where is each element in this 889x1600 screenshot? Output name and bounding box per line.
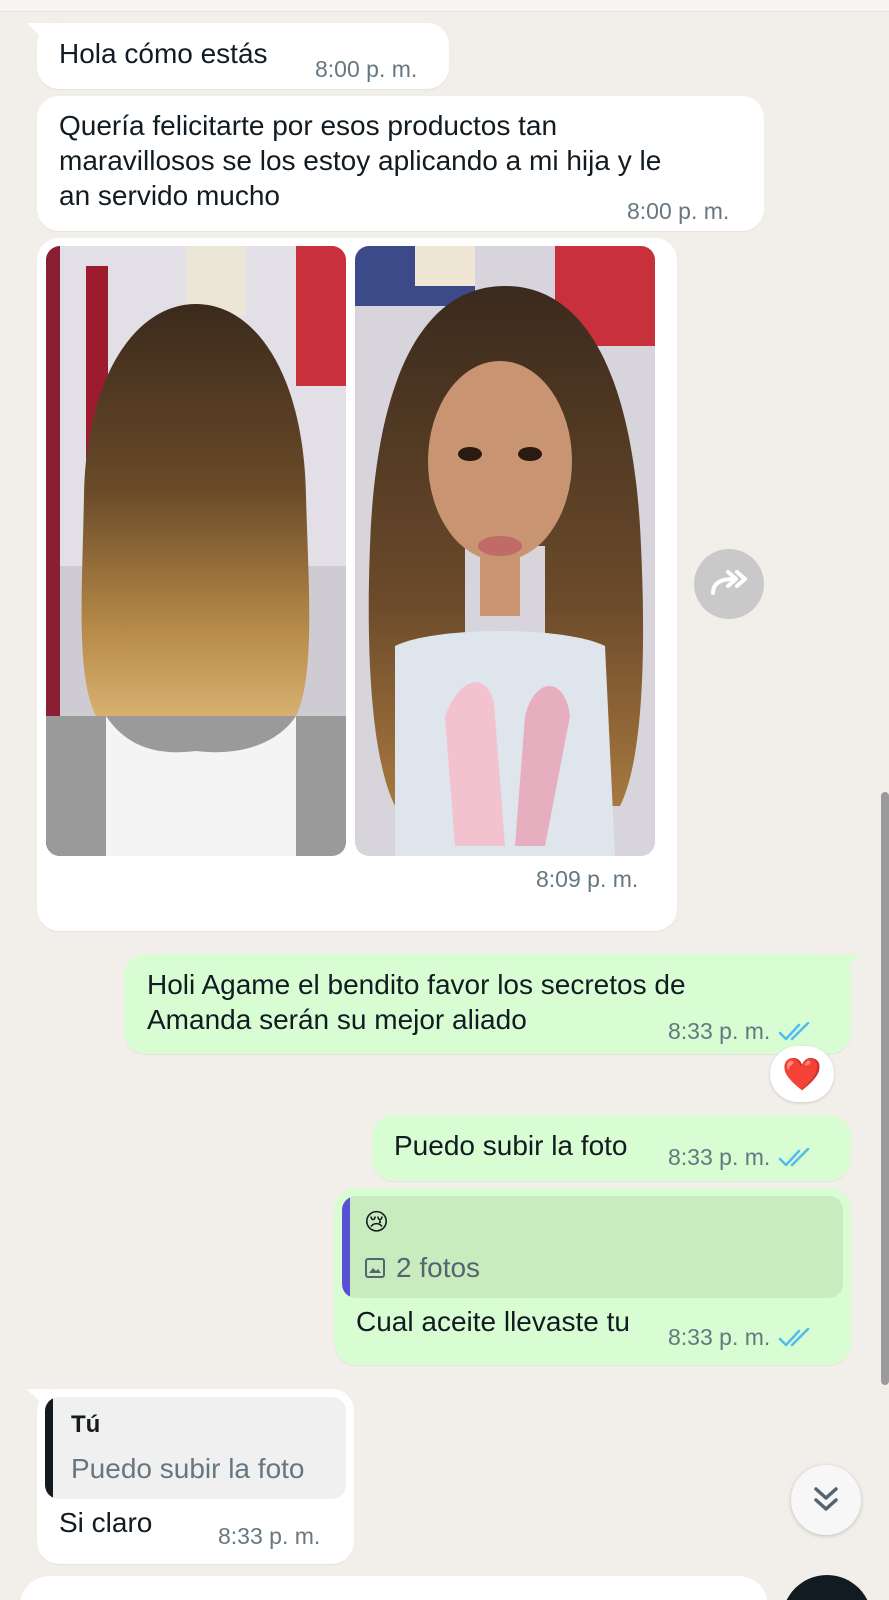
message-bubble-incoming[interactable]: Hola cómo estás 8:00 p. m. [27,23,449,89]
photo-back-hair[interactable] [46,246,346,856]
reaction-badge[interactable]: ❤️ [770,1046,834,1102]
double-chevron-down-icon [814,1487,838,1511]
quote-bar [45,1397,53,1499]
top-edge [0,0,889,12]
scrollbar-thumb[interactable] [881,792,889,1385]
photo-front-girl-image [355,246,655,856]
quoted-message[interactable]: 😢 2 fotos [342,1196,843,1298]
message-time: 8:33 p. m. [668,1018,771,1044]
forward-icon [711,570,747,595]
double-check-icon [778,1147,810,1166]
message-text: Holi Agame el bendito favor los secretos… [147,969,686,1035]
heart-reaction: ❤️ [782,1055,822,1093]
message-status: 8:33 p. m. [668,1324,814,1351]
photo-back-hair-image [46,246,346,856]
mic-button[interactable] [782,1575,872,1600]
forward-button[interactable] [694,549,764,619]
message-text: Puedo subir la foto [394,1130,628,1161]
quoted-text: Puedo subir la foto [71,1453,305,1484]
message-input-bar[interactable] [20,1576,768,1600]
message-time: 8:00 p. m. [627,198,730,224]
scroll-to-bottom-button[interactable] [791,1465,861,1535]
message-bubble-outgoing[interactable]: Holi Agame el bendito favor los secretos… [124,954,861,1054]
double-check-icon [778,1021,810,1040]
quoted-message[interactable]: Tú Puedo subir la foto [45,1397,346,1499]
message-text: Si claro [59,1507,153,1538]
message-time: 8:33 p. m. [668,1324,771,1350]
message-bubble-incoming-reply[interactable]: Tú Puedo subir la foto Si claro 8:33 p. … [27,1389,354,1564]
message-bubble-incoming[interactable]: Quería felicitarte por esos productos ta… [37,96,764,231]
message-text: Quería felicitarte por esos productos ta… [59,110,662,211]
quoted-media-label: 2 fotos [396,1252,481,1283]
photo-front-girl[interactable] [355,246,655,856]
message-status: 8:33 p. m. [668,1018,814,1045]
double-check-icon [778,1327,810,1346]
message-time: 8:33 p. m. [668,1144,771,1170]
quoted-author: Tú [71,1411,101,1438]
quote-bar [342,1196,350,1298]
quoted-media: 2 fotos [364,1252,480,1284]
message-bubble-outgoing[interactable]: Puedo subir la foto 8:33 p. m. [372,1115,851,1181]
quoted-emoji: 😢 [364,1208,390,1236]
message-time: 8:33 p. m. [218,1523,321,1549]
message-time: 8:00 p. m. [315,56,418,82]
image-icon [365,1258,385,1278]
photo-message-bubble[interactable]: 8:09 p. m. [37,238,677,931]
message-text: Cual aceite llevaste tu [356,1306,630,1337]
message-status: 8:33 p. m. [668,1144,814,1171]
message-bubble-outgoing-reply[interactable]: 😢 2 fotos Cual aceite llevaste tu 8:33 p… [334,1188,851,1365]
message-text: Hola cómo estás [59,38,268,69]
message-time: 8:09 p. m. [536,866,639,892]
